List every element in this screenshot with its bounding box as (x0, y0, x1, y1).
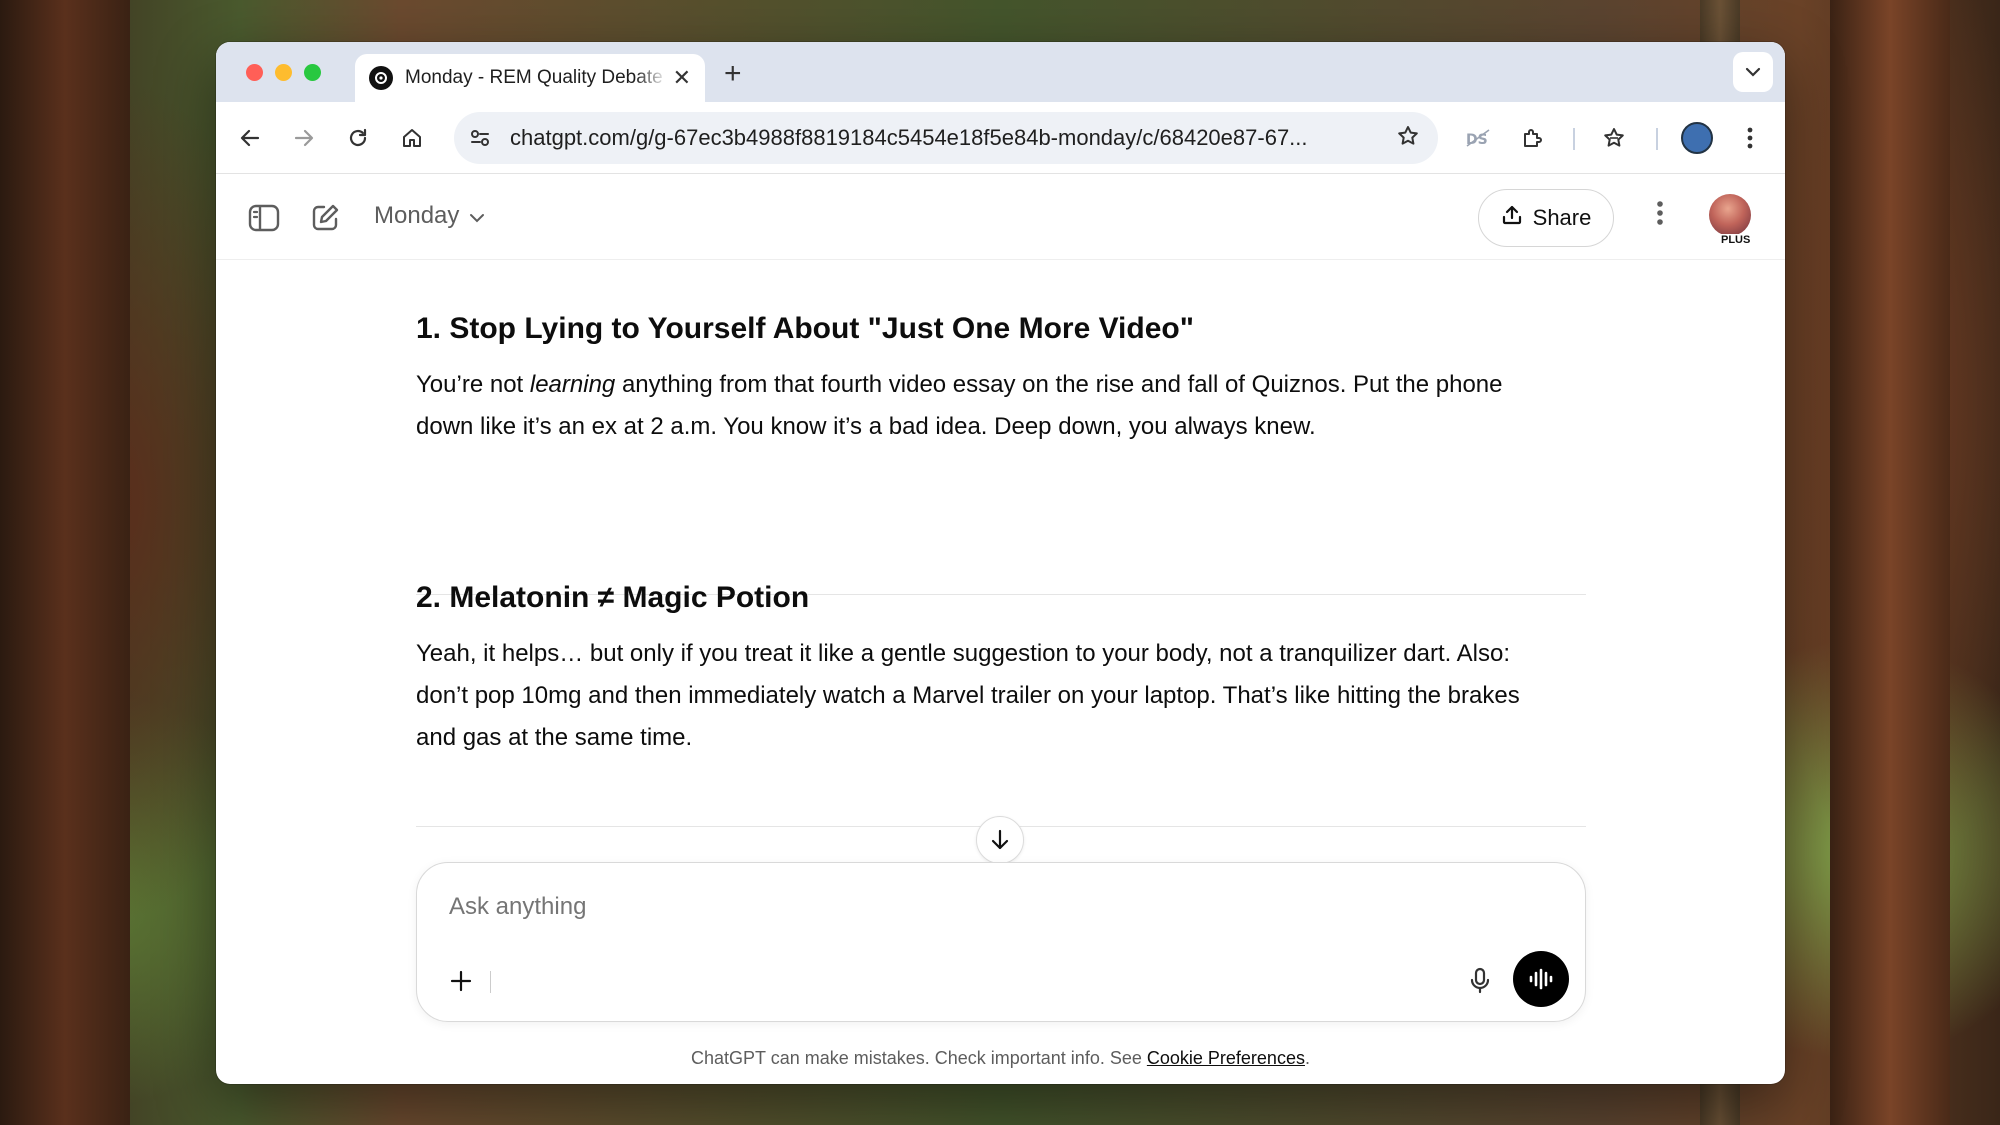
cookie-preferences-link[interactable]: Cookie Preferences (1147, 1048, 1305, 1068)
voice-waveform-icon (1529, 968, 1553, 990)
tab-title: Monday - REM Quality Debate (405, 67, 663, 88)
conversation-options-icon[interactable] (1656, 198, 1664, 233)
share-label: Share (1532, 205, 1592, 230)
traffic-lights (246, 64, 321, 81)
attach-plus-icon[interactable] (443, 963, 479, 999)
tab-strip: Monday - REM Quality Debate ✕ + (216, 42, 1785, 102)
plan-badge: PLUS (1718, 234, 1754, 246)
browser-profile-avatar[interactable] (1681, 122, 1713, 154)
url-text: chatgpt.com/g/g-67ec3b4988f8819184c5454e… (510, 125, 1308, 150)
openai-logo-icon (369, 66, 393, 90)
chat-header: Monday Share PLUS (216, 174, 1785, 260)
new-tab-icon[interactable]: + (724, 57, 742, 91)
bookmark-star-icon[interactable] (1396, 124, 1420, 153)
user-avatar[interactable] (1709, 194, 1751, 236)
forward-arrow-icon[interactable] (286, 120, 322, 156)
back-arrow-icon[interactable] (232, 120, 268, 156)
sidebar-toggle-icon[interactable] (244, 198, 284, 238)
extensions-puzzle-icon[interactable] (1514, 120, 1550, 156)
tab-close-icon[interactable]: ✕ (673, 65, 691, 91)
toolbar-divider (1573, 128, 1575, 150)
text-caret (490, 971, 491, 993)
toolbar-divider (1656, 128, 1658, 150)
browser-window: Monday - REM Quality Debate ✕ + chatgpt.… (216, 42, 1785, 1084)
reload-icon[interactable] (340, 120, 376, 156)
bookmarks-star-icon[interactable] (1596, 120, 1632, 156)
home-icon[interactable] (394, 120, 430, 156)
model-name: Monday (374, 202, 460, 229)
background-tree (1830, 0, 1950, 1125)
scroll-down-button[interactable] (976, 816, 1024, 864)
share-button[interactable]: Share (1478, 189, 1614, 247)
section-paragraph: You’re not learning anything from that f… (416, 371, 1503, 440)
chevron-down-icon (469, 202, 485, 230)
microphone-icon[interactable] (1462, 963, 1498, 999)
section-2-body: 2. Melatonin ≠ Magic Potion (416, 581, 1586, 615)
message-input[interactable] (449, 893, 1449, 921)
section-heading: 2. Melatonin ≠ Magic Potion (416, 581, 810, 614)
address-bar[interactable]: chatgpt.com/g/g-67ec3b4988f8819184c5454e… (454, 112, 1438, 164)
site-settings-icon[interactable] (462, 120, 498, 156)
section-heading: 1. Stop Lying to Yourself About "Just On… (416, 312, 1194, 345)
message-composer (416, 862, 1586, 1022)
active-tab[interactable]: Monday - REM Quality Debate ✕ (355, 54, 705, 102)
browser-toolbar: chatgpt.com/g/g-67ec3b4988f8819184c5454e… (216, 102, 1785, 174)
tab-search-chevron-icon[interactable] (1733, 52, 1773, 92)
disclaimer-footer: ChatGPT can make mistakes. Check importa… (691, 1048, 1310, 1068)
share-upload-icon (1501, 204, 1523, 232)
section-1: 1. Stop Lying to Yourself About "Just On… (416, 312, 1586, 448)
maximize-window-button[interactable] (304, 64, 321, 81)
minimize-window-button[interactable] (275, 64, 292, 81)
extension-ds-icon[interactable]: DS (1460, 120, 1496, 156)
chat-content: 1. Stop Lying to Yourself About "Just On… (216, 260, 1785, 1084)
close-window-button[interactable] (246, 64, 263, 81)
section-paragraph: Yeah, it helps… but only if you treat it… (416, 640, 1520, 751)
background-tree (0, 0, 130, 1125)
new-chat-icon[interactable] (305, 198, 345, 238)
disclaimer-text: ChatGPT can make mistakes. Check importa… (691, 1048, 1147, 1068)
section-2-text: Yeah, it helps… but only if you treat it… (416, 633, 1586, 759)
browser-menu-icon[interactable] (1732, 120, 1768, 156)
svg-text:DS: DS (1466, 132, 1488, 148)
voice-mode-button[interactable] (1513, 951, 1569, 1007)
model-selector[interactable]: Monday (374, 202, 485, 230)
